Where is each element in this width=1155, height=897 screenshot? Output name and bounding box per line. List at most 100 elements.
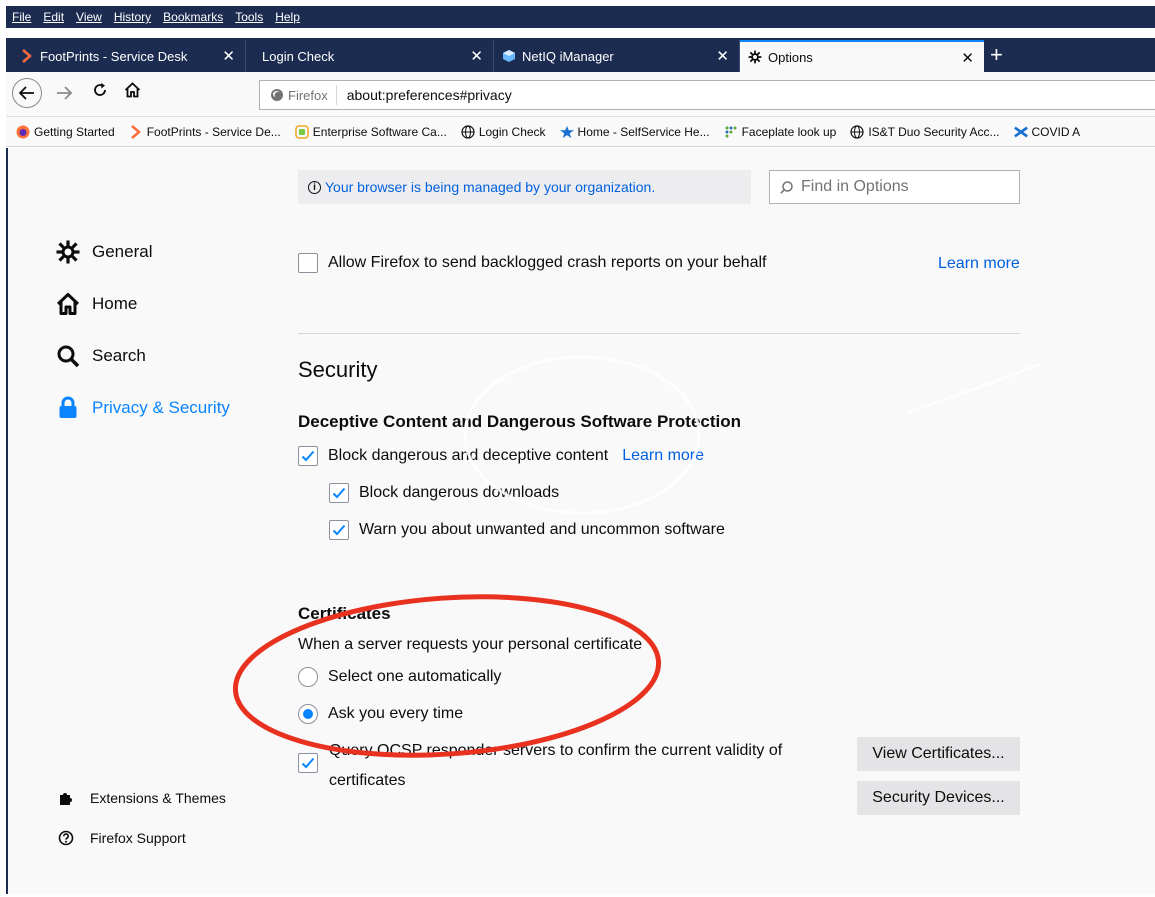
dots-icon (724, 125, 738, 139)
managed-notice[interactable]: i Your browser is being managed by your … (298, 170, 751, 204)
tab-label: Options (768, 49, 813, 65)
bookmark-label: Getting Started (34, 124, 115, 139)
check-icon (332, 524, 346, 536)
footprints-icon (129, 124, 143, 139)
ocsp-label[interactable]: Query OCSP responder servers to confirm … (329, 742, 782, 760)
new-tab-icon[interactable]: + (990, 42, 1003, 68)
bookmark-duo-security[interactable]: IS&T Duo Security Acc... (850, 124, 1000, 139)
bookmark-label: IS&T Duo Security Acc... (868, 124, 1000, 139)
category-label: Search (92, 346, 146, 365)
close-icon[interactable]: ✕ (716, 47, 729, 65)
footer-label: Firefox Support (90, 830, 186, 846)
menu-view[interactable]: View (76, 10, 102, 24)
bookmark-login-check[interactable]: Login Check (461, 125, 546, 139)
extensions-themes-link[interactable]: Extensions & Themes (58, 790, 226, 806)
deceptive-learn-more-link[interactable]: Learn more (622, 447, 704, 465)
category-privacy-security[interactable]: Privacy & Security (56, 396, 230, 420)
firefox-icon (16, 125, 30, 139)
select-automatically-label[interactable]: Select one automatically (328, 668, 501, 686)
reload-icon (94, 83, 106, 96)
search-input[interactable] (799, 177, 1003, 197)
bookmark-label: Faceplate look up (741, 124, 837, 139)
lock-icon (56, 396, 80, 420)
select-automatically-radio[interactable] (298, 667, 318, 687)
search-icon (780, 180, 793, 194)
star-icon (559, 125, 574, 139)
home-button[interactable] (124, 82, 141, 104)
crash-reports-checkbox[interactable] (298, 253, 318, 273)
certificates-heading: Certificates (298, 604, 391, 623)
category-home[interactable]: Home (56, 292, 137, 316)
security-heading: Security (298, 357, 378, 382)
find-in-options[interactable] (769, 170, 1020, 204)
ocsp-checkbox[interactable] (298, 753, 318, 773)
tab-options[interactable]: Options ✕ (740, 40, 984, 72)
category-label: Home (92, 294, 138, 313)
select-automatically-row: Select one automatically (298, 667, 501, 687)
ask-every-time-radio[interactable] (298, 704, 318, 724)
category-search[interactable]: Search (56, 344, 146, 368)
globe-icon (850, 124, 864, 139)
menu-help[interactable]: Help (275, 10, 300, 24)
close-icon[interactable]: ✕ (222, 47, 235, 65)
menu-history[interactable]: History (114, 10, 151, 24)
arrow-left-icon (19, 86, 34, 100)
gear-icon (748, 50, 762, 64)
puzzle-icon (58, 790, 74, 806)
crash-reports-label[interactable]: Allow Firefox to send backlogged crash r… (328, 254, 766, 272)
check-icon (332, 487, 346, 499)
url-bar[interactable]: Firefox about:preferences#privacy (259, 80, 1155, 110)
managed-notice-text[interactable]: Your browser is being managed by your or… (325, 179, 655, 195)
check-icon (301, 757, 315, 769)
menu-file[interactable]: File (12, 10, 31, 24)
bookmark-label: Home - SelfService He... (577, 124, 710, 139)
ocsp-label-continued[interactable]: certificates (329, 772, 405, 790)
bookmark-footprints[interactable]: FootPrints - Service De... (129, 125, 281, 139)
search-icon (56, 344, 80, 368)
security-devices-button[interactable]: Security Devices... (857, 781, 1020, 815)
tab-netiq[interactable]: NetIQ iManager ✕ (494, 40, 740, 72)
covid-icon (1013, 125, 1028, 139)
ask-every-time-label[interactable]: Ask you every time (328, 705, 463, 723)
firefox-window: File Edit View History Bookmarks Tools H… (0, 0, 1155, 897)
bookmark-faceplate[interactable]: Faceplate look up (724, 124, 837, 139)
block-downloads-label[interactable]: Block dangerous downloads (359, 484, 559, 502)
bookmark-selfservice[interactable]: Home - SelfService He... (559, 124, 710, 139)
block-dangerous-checkbox[interactable] (298, 446, 318, 466)
certificates-description: When a server requests your personal cer… (298, 636, 643, 653)
section-divider (298, 333, 1020, 334)
identity-box[interactable]: Firefox (260, 85, 337, 105)
block-downloads-checkbox[interactable] (329, 483, 349, 503)
bookmark-covid[interactable]: COVID A (1013, 124, 1081, 139)
back-button[interactable] (12, 78, 42, 108)
home-icon (124, 82, 141, 98)
check-icon (301, 450, 315, 462)
catalog-icon (295, 124, 309, 139)
forward-button[interactable] (56, 84, 73, 106)
bookmark-enterprise-software[interactable]: Enterprise Software Ca... (295, 125, 447, 139)
reload-button[interactable] (92, 82, 108, 104)
block-dangerous-label[interactable]: Block dangerous and deceptive content (328, 447, 608, 465)
view-certificates-button[interactable]: View Certificates... (857, 737, 1020, 771)
menu-tools[interactable]: Tools (235, 10, 263, 24)
url-text[interactable]: about:preferences#privacy (337, 87, 512, 103)
tab-label: NetIQ iManager (522, 48, 614, 64)
tab-strip: FootPrints - Service Desk ✕ Login Check … (6, 38, 1155, 72)
crash-learn-more-link[interactable]: Learn more (938, 255, 1020, 273)
warn-unwanted-checkbox[interactable] (329, 520, 349, 540)
identity-label: Firefox (288, 87, 328, 103)
bookmark-getting-started[interactable]: Getting Started (16, 125, 115, 139)
firefox-support-link[interactable]: Firefox Support (58, 830, 186, 846)
bookmark-label: COVID A (1031, 124, 1081, 139)
category-general[interactable]: General (56, 240, 152, 264)
warn-unwanted-label[interactable]: Warn you about unwanted and uncommon sof… (359, 521, 725, 539)
tab-login-check[interactable]: Login Check ✕ (246, 40, 494, 72)
menu-bar: File Edit View History Bookmarks Tools H… (6, 6, 1155, 28)
menu-edit[interactable]: Edit (43, 10, 64, 24)
menu-bookmarks[interactable]: Bookmarks (163, 10, 223, 24)
close-icon[interactable]: ✕ (961, 49, 974, 67)
tab-footprints[interactable]: FootPrints - Service Desk ✕ (12, 40, 246, 72)
close-icon[interactable]: ✕ (470, 47, 483, 65)
footer-label: Extensions & Themes (90, 790, 226, 806)
block-dangerous-row: Block dangerous and deceptive content Le… (298, 446, 704, 466)
